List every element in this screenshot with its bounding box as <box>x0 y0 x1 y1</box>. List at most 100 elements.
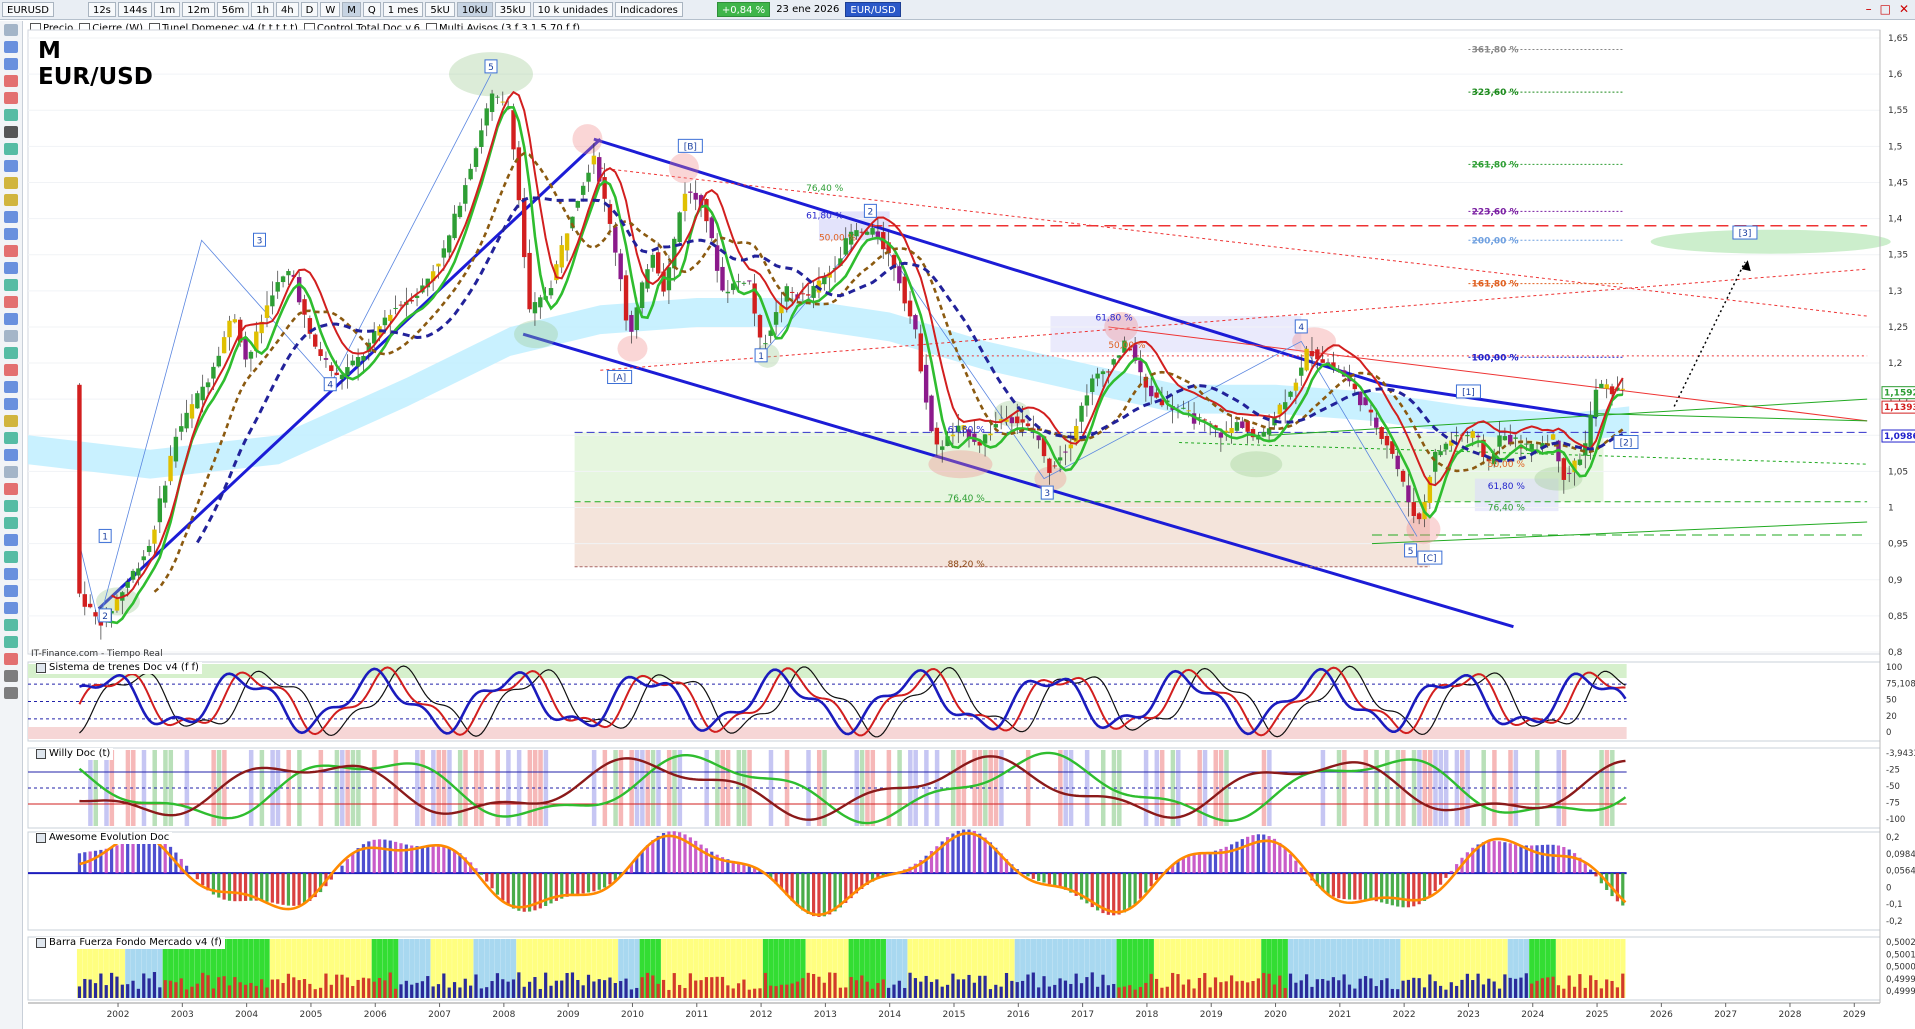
candle-body <box>1368 409 1374 413</box>
fuerza-bar <box>603 980 607 998</box>
candle-body <box>1374 417 1379 428</box>
candle-body <box>1304 348 1309 371</box>
fuerza-bar <box>1331 977 1336 998</box>
panel-settings-icon[interactable] <box>36 833 46 843</box>
fuerza-bar <box>1621 973 1625 998</box>
fuerza-bar <box>833 972 837 998</box>
fuerza-bar <box>592 981 596 998</box>
candle-body <box>162 485 168 503</box>
y-tick-label: 0,9 <box>1888 576 1903 586</box>
awesome-bar <box>479 873 483 875</box>
fuerza-bar <box>254 985 258 998</box>
awesome-bar <box>1240 839 1244 874</box>
candle-body <box>1009 417 1015 424</box>
timeframe-label: M <box>38 38 61 64</box>
fuerza-bar <box>1015 982 1019 998</box>
fuerza-bar <box>302 979 307 998</box>
awesome-bar <box>1112 873 1116 916</box>
fuerza-bar <box>1385 978 1389 998</box>
awesome-bar <box>592 873 596 892</box>
awesome-bar <box>1497 841 1502 874</box>
awesome-bar <box>1583 863 1587 874</box>
fuerza-bar <box>881 979 885 998</box>
fuerza-bar <box>538 988 542 998</box>
candle-body <box>586 172 591 182</box>
y-tick-label: 1,25 <box>1888 323 1908 333</box>
candle-body <box>184 412 189 429</box>
fuerza-bar <box>758 988 762 998</box>
fuerza-bar <box>1229 975 1234 998</box>
candle-body <box>1111 359 1116 365</box>
fib-label: 361,80 % <box>1472 46 1519 56</box>
fuerza-bar <box>661 979 666 998</box>
awesome-bar <box>276 873 280 904</box>
panel-settings-icon[interactable] <box>36 749 46 759</box>
candle-body <box>757 315 763 338</box>
fuerza-bar <box>678 984 682 998</box>
osc-tick-label: 0 <box>1886 728 1891 738</box>
fuerza-bar <box>929 981 934 998</box>
awesome-bar <box>1589 869 1593 874</box>
fuerza-bar <box>774 986 778 998</box>
candle-body <box>913 315 918 330</box>
wave-label: 4 <box>1298 323 1304 333</box>
panel-title-trenes[interactable]: Sistema de trenes Doc v4 (f f) <box>36 662 202 674</box>
candle-body <box>1475 435 1481 438</box>
fuerza-bar <box>913 978 918 998</box>
fuerza-bar <box>249 983 253 998</box>
osc-tick-label: 100 <box>1886 663 1902 673</box>
x-tick-label: 2002 <box>107 1010 130 1020</box>
fuerza-bar <box>227 985 232 998</box>
fuerza-bar <box>967 974 971 998</box>
candle-body <box>1577 459 1583 465</box>
awesome-bar <box>645 845 650 874</box>
osc-tick-label: 20 <box>1886 712 1897 722</box>
awesome-bar <box>195 873 199 880</box>
candle-body <box>286 271 291 276</box>
panel-settings-icon[interactable] <box>36 663 46 673</box>
fuerza-bar <box>420 981 425 998</box>
awesome-bar <box>597 873 601 890</box>
candle-body <box>1218 432 1224 438</box>
fuerza-bar <box>1449 982 1453 998</box>
fuerza-bar <box>442 973 446 998</box>
candle-body <box>1100 371 1106 375</box>
candle-body <box>688 191 693 193</box>
candle-body <box>318 349 323 356</box>
fuerza-bar <box>495 973 500 998</box>
awesome-bar <box>1229 844 1234 874</box>
fuerza-bar <box>619 981 623 998</box>
panel-title-fuerza[interactable]: Barra Fuerza Fondo Mercado v4 (f) <box>36 937 225 949</box>
fuerza-bar <box>1106 985 1110 998</box>
candle-body <box>1406 485 1411 503</box>
fuerza-bar <box>978 975 982 998</box>
panel-settings-icon[interactable] <box>36 938 46 948</box>
fuerza-bar <box>1401 980 1405 998</box>
candle-body <box>275 282 280 292</box>
awesome-bar <box>201 873 205 886</box>
candle-body <box>441 248 447 258</box>
panel-title-willy[interactable]: Willy Doc (t) <box>36 748 114 760</box>
candle-body <box>902 276 907 304</box>
chart-canvas[interactable]: 1,651,61,551,51,451,41,351,31,251,21,151… <box>0 0 1915 1029</box>
awesome-bar <box>1047 873 1051 885</box>
awesome-bar <box>1208 851 1212 874</box>
awesome-bar <box>367 841 371 874</box>
candle-body <box>1384 435 1390 446</box>
fuerza-bar <box>345 977 349 998</box>
y-tick-label: 1,2 <box>1888 359 1902 369</box>
fuerza-bar <box>222 976 226 998</box>
awesome-bar <box>1385 873 1389 904</box>
awesome-bar <box>297 873 301 906</box>
candle-body <box>1497 435 1502 447</box>
fuerza-bar <box>383 980 387 998</box>
candle-body <box>736 281 741 283</box>
fuerza-bar <box>785 984 789 998</box>
candle-body <box>264 305 270 318</box>
awesome-bar <box>1149 873 1153 887</box>
wave-label: 5 <box>1408 547 1414 557</box>
candle-body <box>1561 458 1567 480</box>
panel-title-awesome[interactable]: Awesome Evolution Doc <box>36 832 173 844</box>
fuerza-bar <box>190 986 194 998</box>
awesome-bar <box>667 831 671 874</box>
